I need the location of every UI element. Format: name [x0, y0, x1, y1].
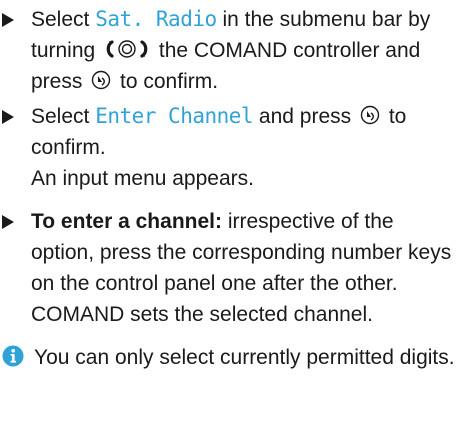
step-result: COMAND sets the selected channel. [31, 303, 373, 326]
controller-turn-icon [104, 39, 150, 59]
step-heading: To enter a channel: [31, 210, 222, 233]
controller-press-icon [91, 70, 111, 90]
step-arrow-icon [2, 110, 14, 124]
step-enter-channel: Select Enter Channel and press to confir… [2, 101, 460, 194]
info-icon [2, 345, 24, 376]
menu-term-sat-radio: Sat. Radio [95, 7, 217, 31]
step-result: An input menu appears. [31, 167, 254, 190]
step-arrow-icon [2, 215, 14, 229]
info-note: You can only select currently permitted … [2, 342, 460, 373]
step-text: Select [31, 8, 96, 31]
instruction-page: Select Sat. Radio in the submenu bar by … [0, 0, 470, 428]
note-text: You can only select currently permitted … [34, 346, 455, 369]
step-arrow-icon [2, 13, 14, 27]
step-text: to confirm. [114, 70, 219, 93]
step-enter-channel-number: To enter a channel: irrespective of the … [2, 206, 460, 330]
menu-term-enter-channel: Enter Channel [95, 104, 254, 128]
step-text: Select [31, 105, 96, 128]
step-select-sat-radio: Select Sat. Radio in the submenu bar by … [2, 4, 460, 97]
step-text: and press [253, 105, 357, 128]
controller-press-icon [360, 105, 380, 125]
